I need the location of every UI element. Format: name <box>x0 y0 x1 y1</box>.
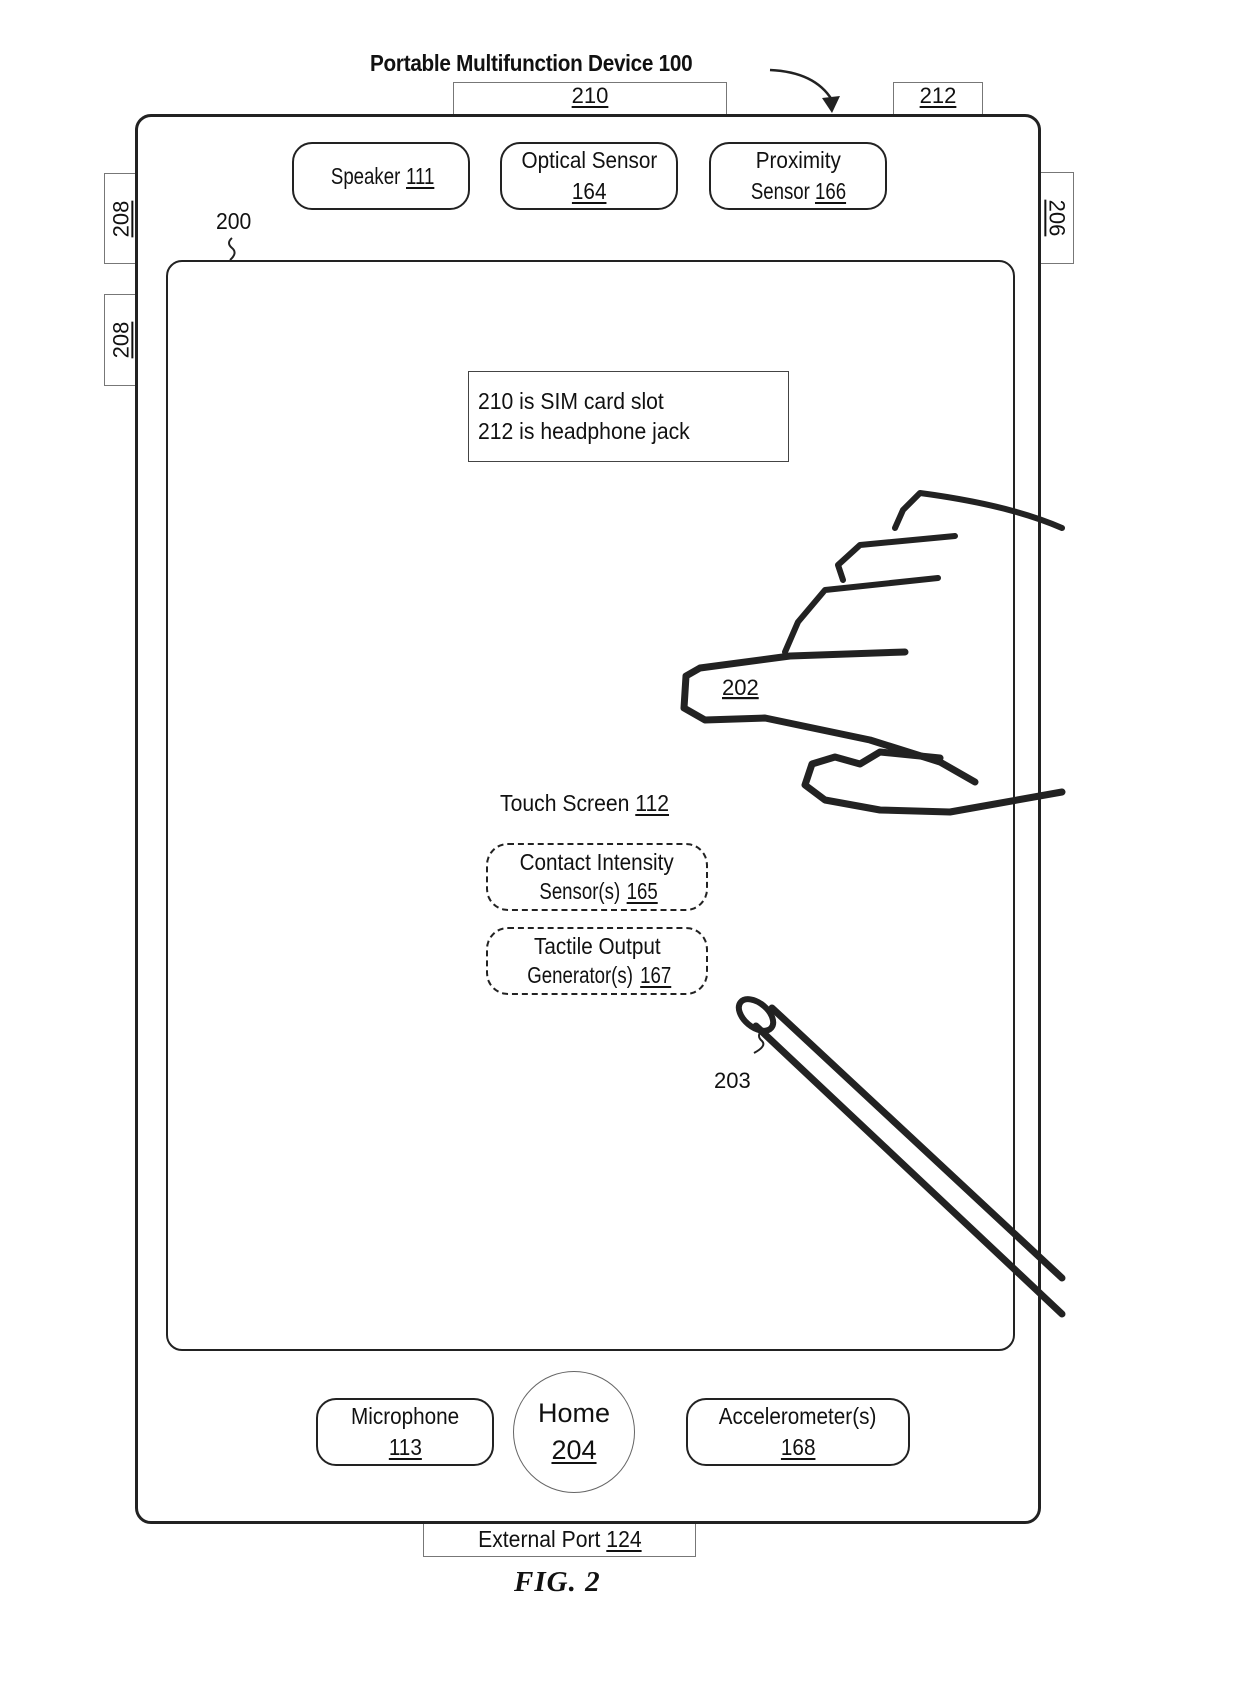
microphone-ref: 113 <box>388 1434 422 1460</box>
home-label: Home <box>537 1398 611 1428</box>
side-button-upper-ref: 208 <box>108 200 133 237</box>
proximity-sensor-label-line1: Proximity <box>755 147 841 173</box>
external-port-ref: 124 <box>605 1526 642 1552</box>
external-port-label: External Port <box>477 1526 606 1552</box>
headphone-jack: 212 <box>893 82 983 116</box>
accelerometer-ref: 168 <box>780 1434 816 1460</box>
contact-intensity-sensor: Contact Intensity Sensor(s) 165 <box>486 843 708 911</box>
sim-card-slot: 210 <box>453 82 727 116</box>
tactile-output-generator: Tactile Output Generator(s) 167 <box>486 927 708 995</box>
tactile-output-ref: 167 <box>640 962 672 988</box>
touch-screen-label: Touch Screen 112 <box>500 790 669 817</box>
microphone-component: Microphone 113 <box>316 1398 494 1466</box>
contact-intensity-ref: 165 <box>626 878 658 904</box>
side-button-lower-ref: 208 <box>108 321 133 359</box>
home-button[interactable]: Home 204 <box>513 1371 635 1493</box>
proximity-sensor-label-line2: Sensor <box>751 178 811 204</box>
tactile-output-label-line1: Tactile Output <box>533 933 661 959</box>
figure-caption: FIG. 2 <box>514 1566 601 1598</box>
home-ref: 204 <box>551 1435 597 1465</box>
touch-screen-label-text: Touch Screen <box>500 790 636 816</box>
push-button-ref: 206 <box>1044 199 1069 237</box>
proximity-sensor-ref: 166 <box>815 178 847 204</box>
push-button: 206 <box>1038 172 1074 264</box>
note-line-sim: 210 is SIM card slot <box>478 388 664 414</box>
figure-title: Portable Multifunction Device 100 <box>370 50 693 76</box>
contact-intensity-label-line2: Sensor(s) <box>539 878 621 904</box>
external-port: External Port 124 <box>423 1524 696 1557</box>
screen-ref-label: 200 <box>216 208 252 234</box>
note-line-headphone: 212 is headphone jack <box>478 418 690 444</box>
contact-intensity-label-line1: Contact Intensity <box>519 849 675 875</box>
optical-sensor-label: Optical Sensor <box>521 147 657 173</box>
sim-card-slot-ref: 210 <box>571 83 609 108</box>
accelerometer-component: Accelerometer(s) 168 <box>686 1398 910 1466</box>
speaker-label: Speaker <box>330 162 400 189</box>
side-button-lower: 208 <box>104 294 138 386</box>
side-button-upper: 208 <box>104 173 138 264</box>
accelerometer-label: Accelerometer(s) <box>719 1403 877 1429</box>
optical-sensor-ref: 164 <box>571 178 607 204</box>
touch-screen-ref: 112 <box>635 790 670 816</box>
microphone-label: Microphone <box>350 1403 460 1429</box>
speaker-ref: 111 <box>405 162 434 189</box>
tactile-output-label-line2: Generator(s) <box>526 962 633 988</box>
note-box: 210 is SIM card slot 212 is headphone ja… <box>468 371 789 462</box>
headphone-jack-ref: 212 <box>919 83 957 108</box>
proximity-sensor-component: Proximity Sensor 166 <box>709 142 887 210</box>
speaker-component: Speaker 111 <box>292 142 470 210</box>
optical-sensor-component: Optical Sensor 164 <box>500 142 678 210</box>
device-callout-arrow <box>769 68 840 113</box>
